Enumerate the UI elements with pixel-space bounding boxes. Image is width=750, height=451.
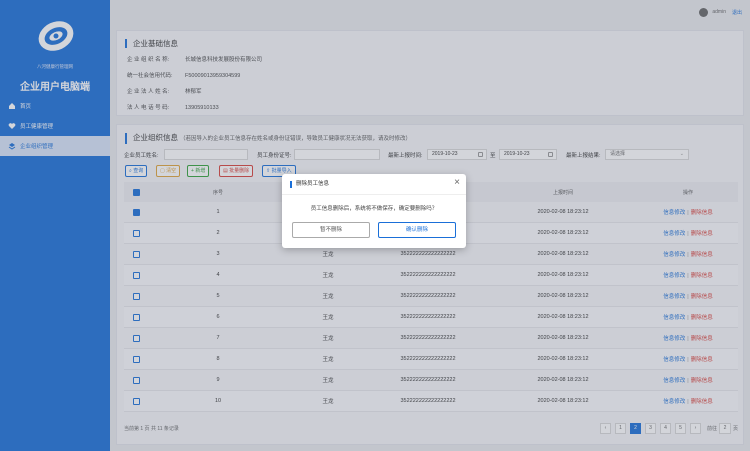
close-icon[interactable]: × [454,177,460,188]
dialog-divider [282,194,466,195]
confirm-delete-button[interactable]: 确认删除 [378,222,456,238]
dialog-title: 删除员工信息 [290,181,329,188]
dialog-message: 员工信息删除后，系统将不做保存，确定要删除吗？ [310,206,438,212]
delete-confirm-dialog: 删除员工信息 × 员工信息删除后，系统将不做保存，确定要删除吗？ 暂不删除 确认… [282,174,466,248]
cancel-delete-button[interactable]: 暂不删除 [292,222,370,238]
